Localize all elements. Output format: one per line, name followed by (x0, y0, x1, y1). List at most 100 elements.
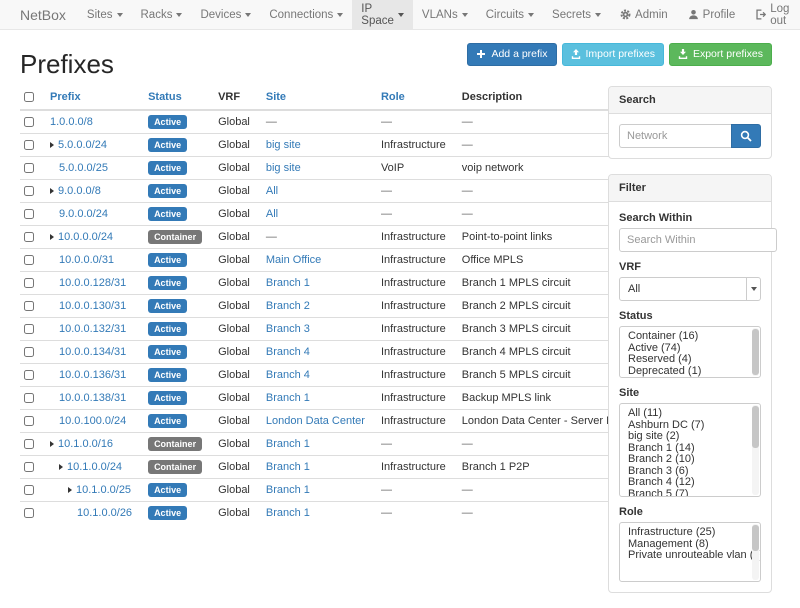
nav-link-admin[interactable]: Admin (610, 0, 678, 29)
add-a-prefix-button[interactable]: Add a prefix (467, 43, 556, 66)
row-checkbox[interactable] (24, 140, 34, 150)
site-link[interactable]: Branch 1 (266, 277, 310, 289)
prefix-link[interactable]: 9.0.0.0/24 (59, 208, 108, 220)
column-header-site[interactable]: Site (258, 86, 373, 110)
scrollbar-thumb[interactable] (752, 525, 759, 551)
row-checkbox[interactable] (24, 209, 34, 219)
site-link[interactable]: Branch 4 (266, 346, 310, 358)
site-listbox: All (11)Ashburn DC (7)big site (2)Branch… (619, 403, 761, 497)
site-link[interactable]: Branch 2 (266, 300, 310, 312)
nav-link-devices[interactable]: Devices (191, 0, 260, 29)
prefix-link[interactable]: 9.0.0.0/8 (58, 185, 101, 197)
option-management-8[interactable]: Management (8) (628, 539, 750, 551)
prefix-link[interactable]: 10.0.0.0/24 (58, 231, 113, 243)
status-cell: Active (140, 249, 210, 272)
row-checkbox[interactable] (24, 347, 34, 357)
site-link[interactable]: Branch 4 (266, 369, 310, 381)
site-link[interactable]: Branch 1 (266, 438, 310, 450)
page-title: Prefixes (20, 49, 114, 80)
search-input[interactable] (619, 124, 731, 148)
column-header-prefix[interactable]: Prefix (42, 86, 140, 110)
row-checkbox[interactable] (24, 393, 34, 403)
scrollbar-thumb[interactable] (752, 329, 759, 375)
column-header-role[interactable]: Role (373, 86, 454, 110)
prefix-link[interactable]: 1.0.0.0/8 (50, 116, 93, 128)
prefix-link[interactable]: 10.0.0.134/31 (59, 346, 126, 358)
row-checkbox[interactable] (24, 462, 34, 472)
prefix-link[interactable]: 10.0.100.0/24 (59, 415, 126, 427)
site-link[interactable]: Branch 1 (266, 392, 310, 404)
prefix-link[interactable]: 10.1.0.0/25 (76, 484, 131, 496)
site-link[interactable]: Main Office (266, 254, 321, 266)
option-branch-5-7[interactable]: Branch 5 (7) (628, 489, 750, 498)
sidebar: Search Filter Search WithinVRFAllStatusC… (608, 86, 772, 608)
nav-link-circuits[interactable]: Circuits (477, 0, 543, 29)
site-link[interactable]: Branch 1 (266, 461, 310, 473)
option-branch-2-10[interactable]: Branch 2 (10) (628, 454, 750, 466)
row-checkbox[interactable] (24, 163, 34, 173)
filter-label-site: Site (619, 387, 761, 399)
status-badge: Active (148, 368, 187, 382)
option-branch-4-12[interactable]: Branch 4 (12) (628, 477, 750, 489)
row-checkbox[interactable] (24, 370, 34, 380)
row-checkbox[interactable] (24, 301, 34, 311)
row-checkbox[interactable] (24, 324, 34, 334)
site-link[interactable]: Branch 1 (266, 484, 310, 496)
search-button[interactable] (731, 124, 761, 148)
row-checkbox[interactable] (24, 278, 34, 288)
nav-link-sites[interactable]: Sites (78, 0, 132, 29)
vrf-select[interactable]: All (619, 277, 761, 301)
prefix-link[interactable]: 10.1.0.0/24 (67, 461, 122, 473)
vrf-cell: Global (210, 341, 258, 364)
site-link[interactable]: big site (266, 162, 301, 174)
row-checkbox[interactable] (24, 186, 34, 196)
prefix-link[interactable]: 10.0.0.130/31 (59, 300, 126, 312)
nav-link-profile[interactable]: Profile (678, 0, 746, 29)
nav-link-ip-space[interactable]: IP Space (352, 0, 413, 29)
prefix-link[interactable]: 10.0.0.136/31 (59, 369, 126, 381)
site-link[interactable]: Branch 1 (266, 507, 310, 519)
option-infrastructure-25[interactable]: Infrastructure (25) (628, 527, 750, 539)
prefix-link[interactable]: 10.0.0.132/31 (59, 323, 126, 335)
prefix-link[interactable]: 10.0.0.0/31 (59, 254, 114, 266)
import-prefixes-button[interactable]: Import prefixes (562, 43, 664, 66)
site-link[interactable]: big site (266, 139, 301, 151)
row-checkbox[interactable] (24, 416, 34, 426)
row-checkbox[interactable] (24, 255, 34, 265)
option-container-16[interactable]: Container (16) (628, 331, 750, 343)
row-checkbox[interactable] (24, 485, 34, 495)
prefix-link[interactable]: 5.0.0.0/24 (58, 139, 107, 151)
select-all-checkbox[interactable] (24, 92, 34, 102)
prefix-link[interactable]: 10.1.0.0/16 (58, 438, 113, 450)
option-reserved-4[interactable]: Reserved (4) (628, 354, 750, 366)
option-big-site-2[interactable]: big site (2) (628, 431, 750, 443)
prefix-cell: 10.0.0.136/31 (42, 364, 140, 387)
row-checkbox[interactable] (24, 439, 34, 449)
site-link[interactable]: Branch 3 (266, 323, 310, 335)
row-checkbox[interactable] (24, 232, 34, 242)
search-within-input[interactable] (619, 228, 777, 252)
empty-value: — (462, 139, 473, 151)
prefix-link[interactable]: 10.0.0.138/31 (59, 392, 126, 404)
nav-link-connections[interactable]: Connections (260, 0, 352, 29)
nav-link-racks[interactable]: Racks (132, 0, 192, 29)
option-private-unrouteable-vlan-0[interactable]: Private unrouteable vlan (0) (628, 550, 750, 562)
row-checkbox[interactable] (24, 117, 34, 127)
brand-link[interactable]: NetBox (20, 0, 66, 29)
export-prefixes-button[interactable]: Export prefixes (669, 43, 772, 66)
prefix-link[interactable]: 10.1.0.0/26 (77, 507, 132, 519)
nav-link-secrets[interactable]: Secrets (543, 0, 610, 29)
vrf-cell: Global (210, 364, 258, 387)
nav-link-vlans[interactable]: VLANs (413, 0, 477, 29)
row-checkbox[interactable] (24, 508, 34, 518)
prefix-link[interactable]: 5.0.0.0/25 (59, 162, 108, 174)
site-link[interactable]: London Data Center (266, 415, 365, 427)
site-link[interactable]: All (266, 208, 278, 220)
scrollbar-thumb[interactable] (752, 406, 759, 448)
site-link[interactable]: All (266, 185, 278, 197)
column-header-status[interactable]: Status (140, 86, 210, 110)
prefix-link[interactable]: 10.0.0.128/31 (59, 277, 126, 289)
option-all-11[interactable]: All (11) (628, 408, 750, 420)
option-deprecated-1[interactable]: Deprecated (1) (628, 366, 750, 378)
nav-link-log-out[interactable]: Log out (745, 0, 799, 29)
